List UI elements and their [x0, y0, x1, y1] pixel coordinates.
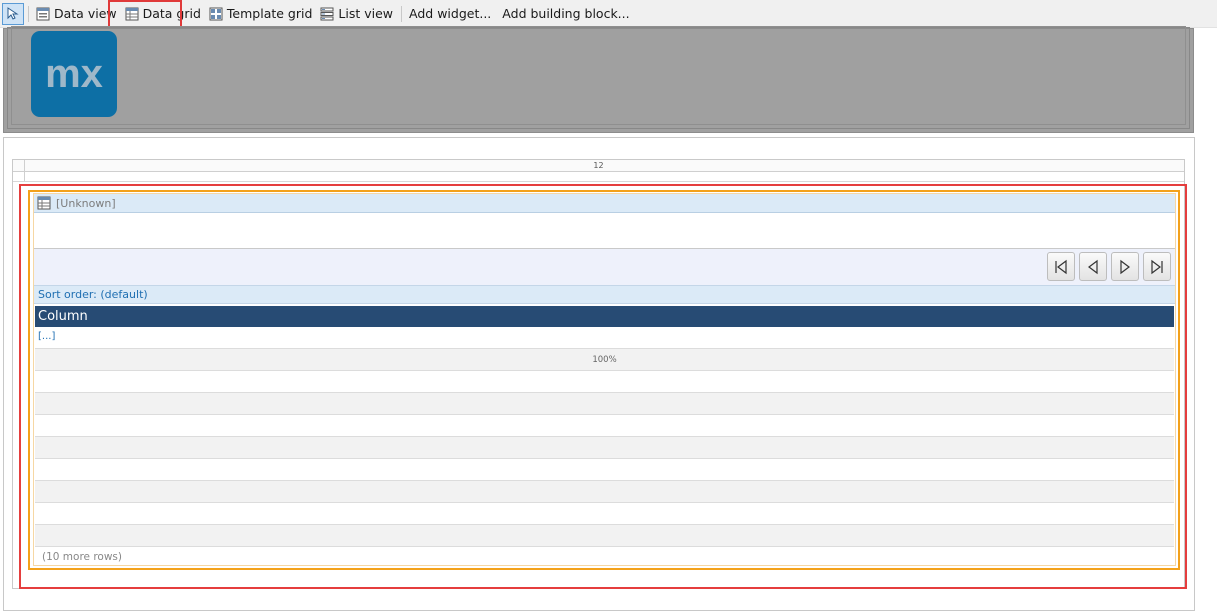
data-grid-entity-label: [Unknown] — [56, 196, 116, 210]
column-header[interactable]: Column — [35, 306, 1174, 327]
last-page-icon — [1151, 259, 1163, 274]
add-widget-button[interactable]: Add widget... — [405, 3, 495, 25]
template-grid-icon — [209, 7, 223, 20]
mendix-logo-icon: mx — [45, 54, 103, 94]
pointer-select-button[interactable] — [2, 2, 24, 25]
table-row — [35, 481, 1174, 503]
toolbar-separator — [401, 5, 403, 22]
data-view-icon — [36, 7, 50, 20]
mendix-logo[interactable]: mx — [31, 31, 117, 117]
table-row — [35, 459, 1174, 481]
data-grid-widget[interactable]: [Unknown] Sort order: (default) Column [… — [33, 193, 1176, 566]
page-editor-toolbar: Data view Data grid Template grid List v… — [0, 0, 1217, 28]
data-grid-paging-bar — [34, 249, 1175, 285]
sort-order-label: Sort order: (default) — [38, 288, 148, 301]
previous-page-button[interactable] — [1079, 252, 1107, 281]
column-span-label: 12 — [593, 161, 604, 170]
template-grid-label: Template grid — [226, 6, 313, 21]
list-view-label: List view — [338, 6, 394, 21]
sort-order-bar[interactable]: Sort order: (default) — [34, 285, 1175, 304]
data-grid-title-bar[interactable]: [Unknown] — [34, 194, 1175, 213]
data-grid-label: Data grid — [142, 6, 201, 21]
add-building-block-label: Add building block... — [502, 6, 630, 21]
table-row — [35, 437, 1174, 459]
toolbar-separator — [28, 5, 29, 22]
last-page-button[interactable] — [1143, 252, 1171, 281]
template-grid-button[interactable]: Template grid — [205, 3, 317, 25]
column-width-row: 100% — [35, 349, 1174, 371]
more-rows-label: (10 more rows) — [42, 551, 122, 563]
layout-grid-row — [13, 172, 1184, 182]
previous-page-icon — [1088, 259, 1098, 274]
data-grid-search-area[interactable] — [34, 214, 1175, 249]
column-header-label: Column — [38, 309, 88, 324]
table-row — [35, 503, 1174, 525]
add-widget-label: Add widget... — [409, 6, 492, 21]
add-building-block-button[interactable]: Add building block... — [498, 3, 633, 25]
logo-text: mx — [45, 54, 103, 94]
pointer-select-icon — [7, 6, 19, 20]
data-view-label: Data view — [54, 6, 117, 21]
next-page-button[interactable] — [1111, 252, 1139, 281]
list-view-icon — [320, 7, 334, 20]
layout-grid-header: 12 — [13, 160, 1184, 172]
header-frame — [7, 26, 1190, 129]
table-row — [35, 371, 1174, 393]
first-page-icon — [1055, 259, 1067, 274]
column-cell-placeholder: [...] — [38, 331, 56, 342]
data-grid-icon — [125, 7, 139, 20]
table-row — [35, 393, 1174, 415]
header-inner-frame — [11, 26, 1186, 125]
column-cell[interactable]: [...] — [35, 327, 1174, 349]
data-grid-button[interactable]: Data grid — [121, 3, 205, 25]
layout-gutter — [13, 172, 25, 181]
column-width-label: 100% — [592, 355, 617, 365]
table-row — [35, 415, 1174, 437]
header-region[interactable]: mx — [3, 26, 1194, 133]
first-page-button[interactable] — [1047, 252, 1075, 281]
next-page-icon — [1120, 259, 1130, 274]
data-grid-icon — [37, 196, 51, 210]
table-row — [35, 525, 1174, 547]
list-view-button[interactable]: List view — [316, 3, 397, 25]
data-view-button[interactable]: Data view — [32, 3, 121, 25]
